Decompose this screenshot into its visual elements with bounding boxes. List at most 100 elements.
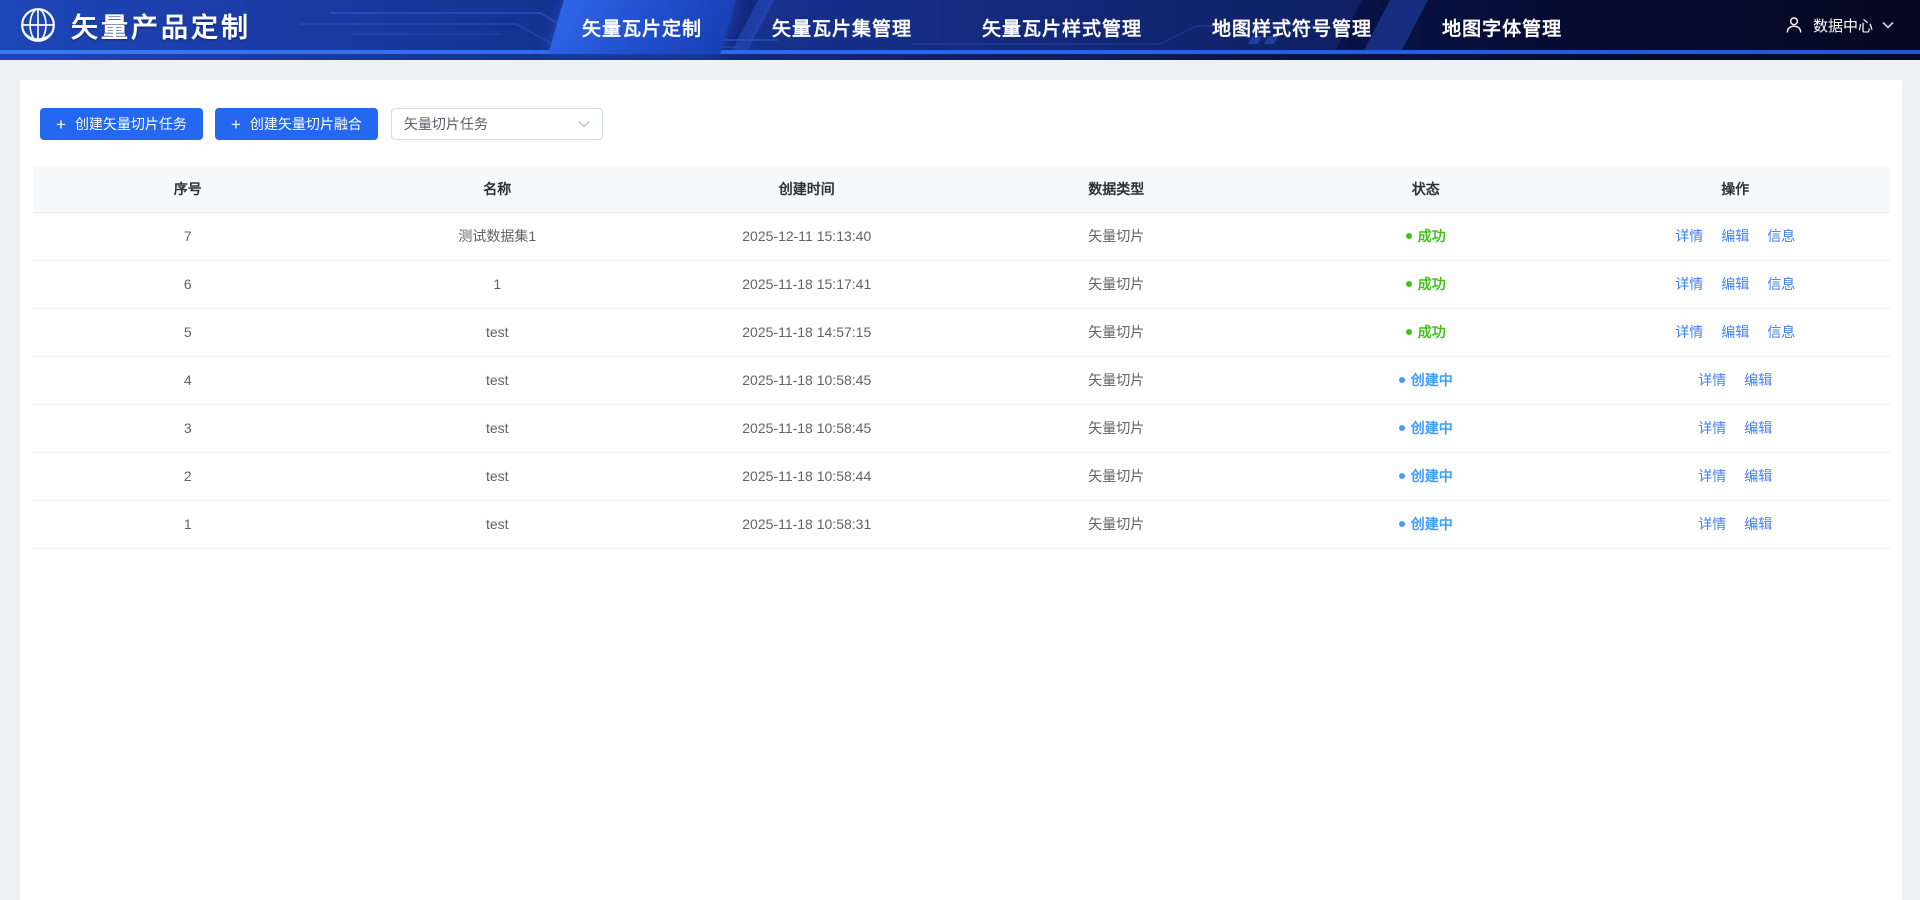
status-dot-icon [1406, 233, 1412, 239]
action-edit-link[interactable]: 编辑 [1744, 516, 1772, 532]
action-edit-link[interactable]: 编辑 [1744, 372, 1772, 388]
cell-status: 创建中 [1271, 404, 1581, 452]
cell-created-at: 2025-11-18 10:58:45 [652, 356, 962, 404]
cell-seq: 7 [33, 212, 343, 260]
status-dot-icon [1406, 329, 1412, 335]
column-header: 状态 [1271, 167, 1581, 212]
action-detail-link[interactable]: 详情 [1698, 372, 1726, 388]
cell-created-at: 2025-11-18 10:58:31 [652, 500, 962, 548]
status-label: 创建中 [1411, 370, 1453, 390]
main-nav: 矢量瓦片定制 矢量瓦片集管理 矢量瓦片样式管理 地图样式符号管理 地图字体管理 [556, 0, 1588, 54]
task-type-select-value: 矢量切片任务 [404, 114, 488, 134]
cell-name: 测试数据集1 [343, 212, 653, 260]
cell-created-at: 2025-11-18 15:17:41 [652, 260, 962, 308]
table-row: 3test2025-11-18 10:58:45矢量切片创建中详情编辑 [33, 404, 1890, 452]
nav-tab-4[interactable]: 地图样式符号管理 [1186, 0, 1398, 54]
status-badge: 创建中 [1399, 418, 1453, 438]
task-table: 序号名称创建时间数据类型状态操作 7测试数据集12025-12-11 15:13… [33, 167, 1890, 549]
cell-status: 创建中 [1271, 452, 1581, 500]
nav-tab-1[interactable]: 矢量瓦片定制 [556, 0, 728, 54]
cell-name: test [343, 308, 653, 356]
action-detail-link[interactable]: 详情 [1698, 420, 1726, 436]
create-tile-fusion-button[interactable]: + 创建矢量切片融合 [215, 108, 378, 140]
cell-actions: 详情 编辑 信息 [1581, 260, 1891, 308]
status-badge: 成功 [1406, 274, 1446, 294]
column-header: 数据类型 [962, 167, 1272, 212]
cell-actions: 详情 编辑 [1581, 452, 1891, 500]
cell-data-type: 矢量切片 [962, 212, 1272, 260]
table-row: 5test2025-11-18 14:57:15矢量切片成功详情编辑信息 [33, 308, 1890, 356]
action-edit-link[interactable]: 编辑 [1721, 324, 1749, 340]
user-name: 数据中心 [1813, 15, 1873, 36]
cell-actions: 详情 编辑 [1581, 404, 1891, 452]
status-label: 创建中 [1411, 514, 1453, 534]
plus-icon: + [56, 116, 66, 133]
status-badge: 创建中 [1399, 370, 1453, 390]
status-badge: 创建中 [1399, 466, 1453, 486]
status-dot-icon [1399, 473, 1405, 479]
cell-name: test [343, 500, 653, 548]
cell-created-at: 2025-11-18 10:58:44 [652, 452, 962, 500]
action-detail-link[interactable]: 详情 [1698, 468, 1726, 484]
user-icon [1784, 15, 1804, 35]
status-badge: 成功 [1406, 226, 1446, 246]
cell-seq: 1 [33, 500, 343, 548]
chevron-down-icon [1882, 21, 1894, 29]
table-header-row: 序号名称创建时间数据类型状态操作 [33, 167, 1890, 212]
action-edit-link[interactable]: 编辑 [1721, 228, 1749, 244]
action-info-link[interactable]: 信息 [1767, 276, 1795, 292]
cell-seq: 4 [33, 356, 343, 404]
cell-seq: 2 [33, 452, 343, 500]
cell-seq: 6 [33, 260, 343, 308]
cell-status: 成功 [1271, 308, 1581, 356]
create-tile-task-button[interactable]: + 创建矢量切片任务 [40, 108, 203, 140]
action-detail-link[interactable]: 详情 [1698, 516, 1726, 532]
cell-status: 创建中 [1271, 500, 1581, 548]
cell-seq: 3 [33, 404, 343, 452]
action-detail-link[interactable]: 详情 [1675, 324, 1703, 340]
status-label: 成功 [1418, 322, 1446, 342]
table-row: 612025-11-18 15:17:41矢量切片成功详情编辑信息 [33, 260, 1890, 308]
nav-tab-3[interactable]: 矢量瓦片样式管理 [956, 0, 1168, 54]
table-row: 1test2025-11-18 10:58:31矢量切片 创建中 详情 编辑 [33, 500, 1890, 548]
status-dot-icon [1399, 377, 1405, 383]
action-edit-link[interactable]: 编辑 [1721, 276, 1749, 292]
cell-seq: 5 [33, 308, 343, 356]
action-edit-link[interactable]: 编辑 [1744, 420, 1772, 436]
cell-data-type: 矢量切片 [962, 356, 1272, 404]
status-label: 成功 [1418, 274, 1446, 294]
plus-icon: + [231, 116, 241, 133]
cell-created-at: 2025-12-11 15:13:40 [652, 212, 962, 260]
status-dot-icon [1406, 281, 1412, 287]
cell-data-type: 矢量切片 [962, 452, 1272, 500]
cell-status: 创建中 [1271, 356, 1581, 404]
status-label: 创建中 [1411, 466, 1453, 486]
cell-status: 成功 [1271, 260, 1581, 308]
nav-tab-5[interactable]: 地图字体管理 [1416, 0, 1588, 54]
cell-name: test [343, 356, 653, 404]
page-content: + 创建矢量切片任务 + 创建矢量切片融合 矢量切片任务 序号名称创建时间数据类… [0, 80, 1920, 900]
app-logo: 矢量产品定制 [18, 0, 251, 50]
action-edit-link[interactable]: 编辑 [1744, 468, 1772, 484]
action-info-link[interactable]: 信息 [1767, 324, 1795, 340]
app-header: 矢量产品定制 矢量瓦片定制 矢量瓦片集管理 矢量瓦片样式管理 地图样式符号管理 地图字体… [0, 0, 1920, 60]
nav-tab-2[interactable]: 矢量瓦片集管理 [746, 0, 938, 54]
cell-actions: 详情 编辑 [1581, 500, 1891, 548]
nav-tab-label: 地图字体管理 [1442, 14, 1562, 41]
nav-tab-label: 矢量瓦片定制 [582, 14, 702, 41]
action-detail-link[interactable]: 详情 [1675, 228, 1703, 244]
cell-created-at: 2025-11-18 10:58:45 [652, 404, 962, 452]
user-menu[interactable]: 数据中心 [1784, 0, 1894, 50]
create-tile-fusion-label: 创建矢量切片融合 [250, 114, 362, 134]
cell-data-type: 矢量切片 [962, 500, 1272, 548]
create-tile-task-label: 创建矢量切片任务 [75, 114, 187, 134]
status-label: 创建中 [1411, 418, 1453, 438]
action-detail-link[interactable]: 详情 [1675, 276, 1703, 292]
cell-name: test [343, 404, 653, 452]
task-type-select[interactable]: 矢量切片任务 [391, 108, 603, 140]
cell-actions: 详情 编辑 信息 [1581, 212, 1891, 260]
table-row: 2test2025-11-18 10:58:44矢量切片创建中详情编辑 [33, 452, 1890, 500]
app-title: 矢量产品定制 [71, 6, 251, 45]
action-info-link[interactable]: 信息 [1767, 228, 1795, 244]
nav-tab-label: 矢量瓦片样式管理 [982, 14, 1142, 41]
